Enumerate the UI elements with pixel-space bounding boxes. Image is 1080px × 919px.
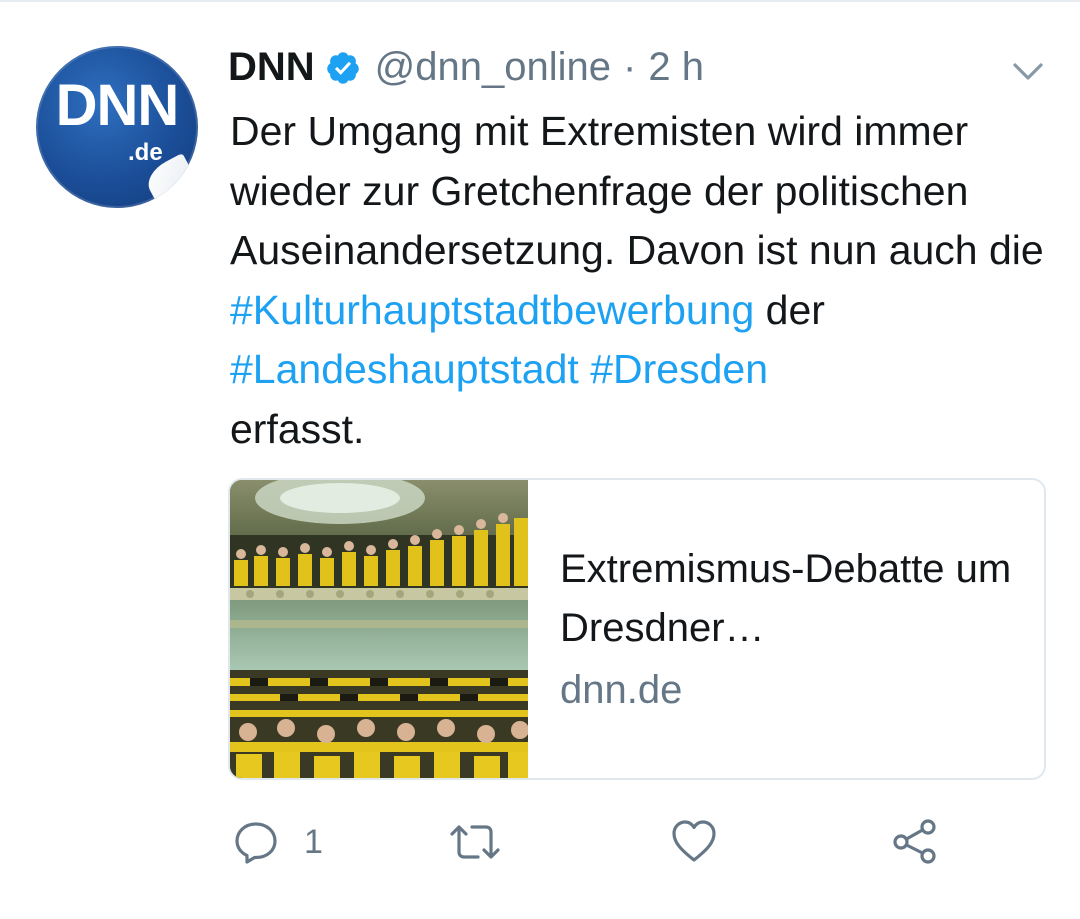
tweet-text-segment: der [754, 286, 825, 333]
hashtag-link[interactable]: #Landeshauptstadt [230, 346, 579, 392]
tweet-header: DNN @dnn_online · 2 h [228, 42, 704, 92]
reply-button[interactable]: 1 [232, 818, 323, 866]
link-preview-title[interactable]: Extremismus-Debatte um Dresdner… [560, 540, 1030, 658]
retweet-button[interactable] [448, 818, 502, 866]
author-name[interactable]: DNN [228, 45, 315, 90]
tweet-text: Der Umgang mit Extremisten wird immer wi… [230, 102, 1070, 459]
heart-icon [670, 818, 718, 864]
tweet-text-segment: Der Umgang mit Extremisten wird immer wi… [230, 108, 1044, 273]
separator-dot: · [623, 44, 637, 89]
reply-icon [232, 818, 280, 866]
share-icon [890, 816, 940, 866]
avatar-logo-text: DNN [55, 73, 180, 138]
top-divider [0, 0, 1080, 2]
hashtag-link[interactable]: #Kulturhauptstadtbewerbung [230, 287, 754, 333]
reply-count: 1 [304, 822, 323, 861]
timestamp[interactable]: 2 h [648, 45, 704, 90]
share-button[interactable] [890, 816, 940, 866]
link-preview-domain: dnn.de [560, 668, 683, 712]
author-handle[interactable]: @dnn_online [375, 45, 611, 90]
like-button[interactable] [670, 818, 718, 864]
retweet-icon [448, 818, 502, 866]
avatar-logo-subtext: .de [128, 139, 163, 166]
link-preview-image [230, 480, 528, 778]
verified-badge-icon [325, 49, 361, 85]
hashtag-link[interactable]: #Dresden [590, 346, 768, 392]
chevron-down-icon[interactable] [1010, 56, 1046, 86]
avatar[interactable]: DNN .de [36, 46, 198, 208]
tweet-text-segment: erfasst. [230, 405, 365, 452]
tweet-text-segment [579, 346, 590, 392]
link-preview-card[interactable]: Extremismus-Debatte um Dresdner… dnn.de [228, 478, 1046, 780]
